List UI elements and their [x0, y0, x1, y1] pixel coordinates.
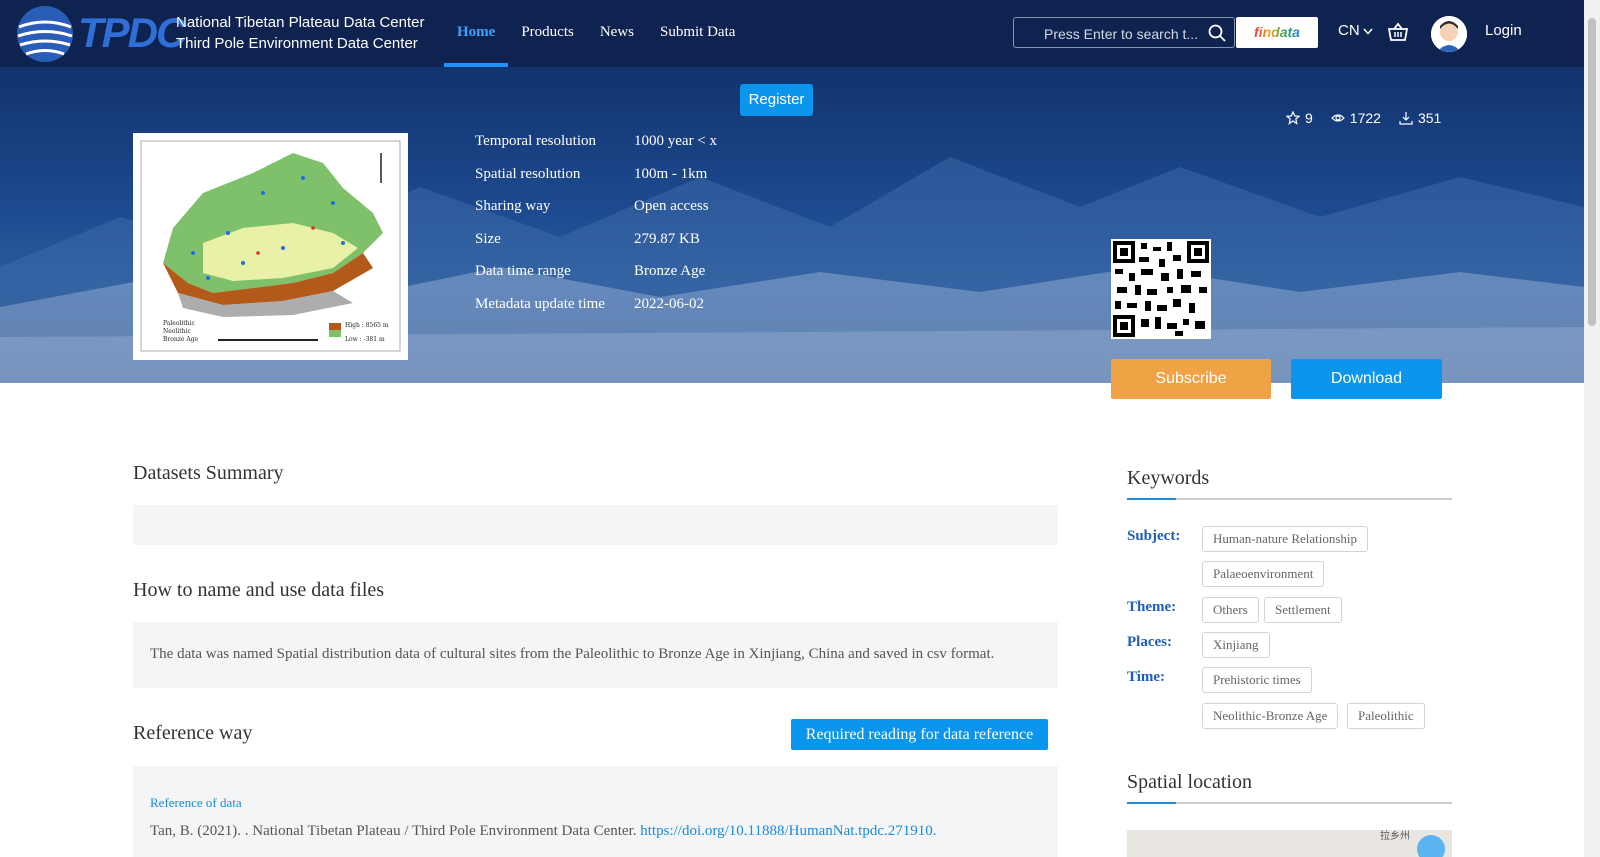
meta-key: Metadata update time — [475, 295, 605, 312]
language-label: CN — [1338, 22, 1360, 39]
keyword-tag[interactable]: Palaeoenvironment — [1202, 561, 1325, 587]
meta-value: 1000 year < x — [634, 133, 718, 149]
nav-submit-data[interactable]: Submit Data — [647, 0, 748, 67]
keyword-label-subject: Subject: — [1127, 528, 1181, 544]
search-icon[interactable] — [1208, 24, 1226, 42]
center-name: National Tibetan Plateau Data Center Thi… — [176, 12, 425, 54]
search-input[interactable] — [1042, 22, 1204, 45]
thumb-legend-neolithic: Neolithic — [163, 328, 191, 335]
thumb-legend-bronze-age: Bronze Age — [163, 336, 199, 343]
nav-home[interactable]: Home — [444, 0, 509, 67]
keyword-tag[interactable]: Prehistoric times — [1202, 667, 1312, 693]
meta-key: Data time range — [475, 263, 571, 280]
center-name-line1: National Tibetan Plateau Data Center — [176, 14, 425, 31]
view-count: 1722 — [1349, 110, 1381, 126]
qr-code-icon — [1111, 239, 1211, 339]
reference-title: Reference way — [133, 722, 253, 744]
spatial-divider — [1127, 802, 1452, 804]
download-icon — [1399, 112, 1413, 125]
nav-products[interactable]: Products — [508, 0, 587, 67]
meta-key: Temporal resolution — [475, 133, 597, 149]
user-avatar-icon — [1431, 16, 1467, 52]
metadata-table: Temporal resolution 1000 year < x Spatia… — [475, 133, 717, 329]
keyword-tag[interactable]: Paleolithic — [1347, 703, 1425, 729]
keywords-divider — [1127, 498, 1452, 500]
summary-title: Datasets Summary — [133, 462, 284, 484]
avatar[interactable] — [1431, 16, 1467, 52]
spatial-location-title: Spatial location — [1127, 771, 1252, 793]
dataset-thumbnail[interactable]: Paleolithic Neolithic Bronze Age High : … — [133, 133, 408, 360]
meta-value: 100m - 1km — [634, 165, 708, 182]
meta-row: Sharing way Open access — [475, 198, 717, 231]
findata-label: findata — [1254, 24, 1300, 40]
globe-logo-icon[interactable] — [14, 3, 76, 65]
page-scrollbar[interactable] — [1584, 0, 1600, 857]
meta-value: 279.87 KB — [634, 230, 700, 247]
subscribe-button[interactable]: Subscribe — [1111, 359, 1271, 399]
keyword-label-theme: Theme: — [1127, 599, 1177, 615]
reference-label: Reference of data — [150, 795, 242, 810]
expand-map-icon[interactable] — [1417, 835, 1445, 857]
keyword-tag[interactable]: Human-nature Relationship — [1202, 526, 1369, 552]
star-stat[interactable]: 9 — [1286, 110, 1313, 126]
search-box — [1013, 17, 1235, 48]
meta-value: Open access — [634, 198, 709, 215]
dataset-hero: Register Paleolithic Neolithic Bronze Ag… — [0, 67, 1584, 383]
reference-citation: Tan, B. (2021). . National Tibetan Plate… — [150, 823, 937, 840]
summary-panel — [133, 505, 1058, 545]
reference-text: Tan, B. (2021). . National Tibetan Plate… — [150, 823, 637, 839]
chevron-down-icon — [1363, 28, 1373, 35]
keyword-tag[interactable]: Xinjiang — [1202, 632, 1270, 658]
keyword-tag[interactable]: Others — [1202, 597, 1259, 623]
thumb-low-label: Low : -381 m — [345, 336, 385, 343]
meta-row: Metadata update time 2022-06-02 — [475, 296, 717, 329]
meta-key: Spatial resolution — [475, 165, 581, 182]
scrollbar-thumb[interactable] — [1588, 18, 1596, 326]
keyword-label-places: Places: — [1127, 634, 1172, 650]
dataset-stats: 9 1722 351 — [1286, 110, 1441, 126]
cart-icon[interactable] — [1387, 22, 1409, 42]
language-selector[interactable]: CN — [1338, 22, 1373, 39]
map-place-label: 拉乡州 — [1380, 831, 1410, 842]
reference-doi-link[interactable]: https://doi.org/10.11888/HumanNat.tpdc.2… — [640, 823, 936, 839]
thumb-high-label: High : 8565 m — [345, 322, 389, 329]
logo-text[interactable]: TPDC — [78, 10, 186, 56]
star-icon — [1286, 111, 1300, 125]
meta-key: Size — [475, 230, 501, 247]
meta-row: Temporal resolution 1000 year < x — [475, 133, 717, 166]
download-stat: 351 — [1399, 110, 1441, 126]
naming-title: How to name and use data files — [133, 579, 385, 601]
required-reading-button[interactable]: Required reading for data reference — [791, 719, 1048, 750]
main-nav: Home Products News Submit Data — [444, 0, 748, 67]
nav-news[interactable]: News — [587, 0, 647, 67]
keyword-tag[interactable]: Neolithic-Bronze Age — [1202, 703, 1339, 729]
meta-value: 2022-06-02 — [634, 295, 704, 312]
meta-value: Bronze Age — [634, 263, 706, 280]
register-button[interactable]: Register — [740, 84, 813, 116]
download-count: 351 — [1417, 110, 1442, 126]
xinjiang-elevation-map: Paleolithic Neolithic Bronze Age High : … — [140, 140, 401, 352]
keyword-tag[interactable]: Settlement — [1264, 597, 1342, 623]
eye-icon — [1330, 114, 1345, 122]
center-name-line2: Third Pole Environment Data Center — [176, 35, 418, 52]
spatial-map[interactable]: 拉乡州 — [1127, 830, 1452, 857]
top-navbar: TPDC National Tibetan Plateau Data Cente… — [0, 0, 1584, 67]
download-button[interactable]: Download — [1291, 359, 1442, 399]
naming-panel: The data was named Spatial distribution … — [133, 622, 1058, 688]
thumb-legend-paleolithic: Paleolithic — [163, 320, 195, 327]
findata-button[interactable]: findata — [1236, 17, 1318, 48]
meta-key: Sharing way — [475, 198, 551, 215]
view-stat: 1722 — [1330, 110, 1381, 126]
meta-row: Size 279.87 KB — [475, 231, 717, 264]
meta-row: Spatial resolution 100m - 1km — [475, 166, 717, 199]
login-link[interactable]: Login — [1485, 22, 1522, 39]
reference-panel: Reference of data Tan, B. (2021). . Nati… — [133, 766, 1058, 857]
star-count: 9 — [1305, 110, 1313, 126]
naming-text: The data was named Spatial distribution … — [150, 646, 995, 662]
keywords-title: Keywords — [1127, 467, 1210, 489]
meta-row: Data time range Bronze Age — [475, 263, 717, 296]
keyword-label-time: Time: — [1127, 669, 1166, 685]
